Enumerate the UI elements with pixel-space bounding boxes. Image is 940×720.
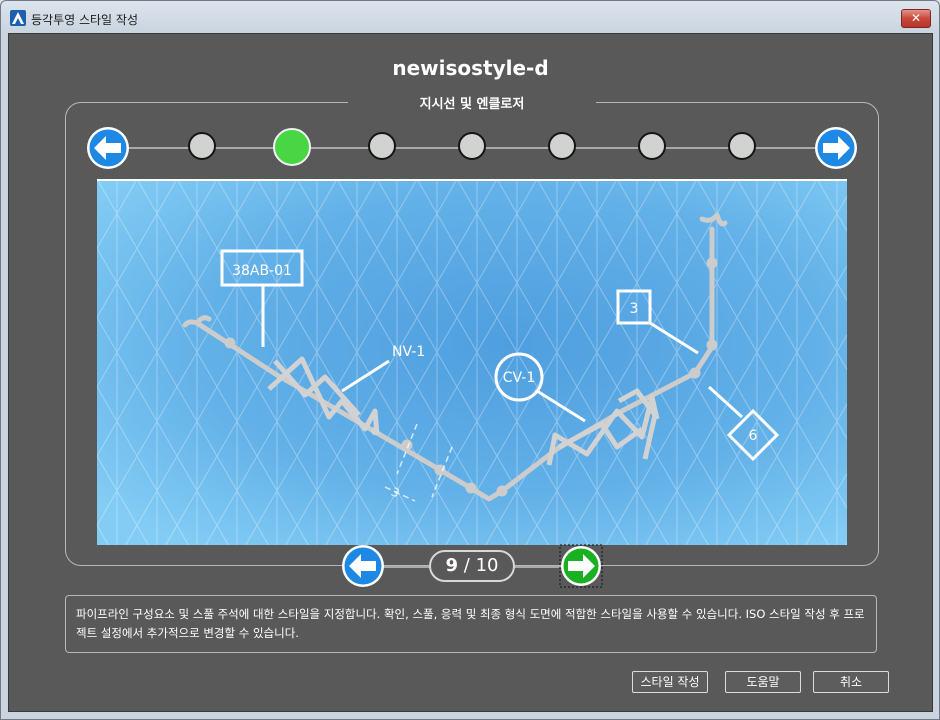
step-8[interactable] [728,132,756,160]
autocad-plant-icon [10,10,26,26]
valve-tag-cv1-text: CV-1 [503,370,536,386]
cancel-button[interactable]: 취소 [813,671,889,693]
help-button[interactable]: 도움말 [725,671,801,693]
line-number-text: 38AB-01 [232,263,292,279]
page-current: 9 [445,555,459,576]
dialog-window: 등각투영 스타일 작성 ✕ newisostyle-d 지시선 및 엔클로저 3… [0,0,940,720]
style-preview-image: 3 38AB-01 NV-1 CV-1 3 6 [97,179,847,545]
box-tag-text: 3 [630,301,639,317]
section-description: 파이프라인 구성요소 및 스풀 주석에 대한 스타일을 지정합니다. 확인, 스… [65,595,877,653]
style-name-heading: newisostyle-d [392,56,549,80]
step-3-active[interactable] [273,128,311,166]
step-5[interactable] [458,132,486,160]
previous-page-button[interactable] [341,544,385,588]
dialog-client: newisostyle-d 지시선 및 엔클로저 3 38AB-01 NV-1 … [8,33,933,712]
step-6[interactable] [548,132,576,160]
close-button[interactable]: ✕ [901,9,931,28]
page-total: / 10 [463,555,499,576]
previous-section-button[interactable] [86,126,130,170]
step-7[interactable] [638,132,666,160]
diamond-tag-text: 6 [749,428,758,444]
title-bar[interactable]: 등각투영 스타일 작성 ✕ [1,1,939,33]
window-title: 등각투영 스타일 작성 [31,13,138,27]
section-title: 지시선 및 엔클로저 [348,93,596,112]
valve-tag-nv1-text: NV-1 [392,344,425,360]
step-1[interactable] [188,132,216,160]
close-icon: ✕ [910,11,922,25]
create-style-button[interactable]: 스타일 작성 [632,671,708,693]
next-page-button[interactable] [559,544,603,588]
next-section-button[interactable] [814,126,858,170]
step-4[interactable] [368,132,396,160]
page-counter: 9 / 10 [429,550,515,582]
